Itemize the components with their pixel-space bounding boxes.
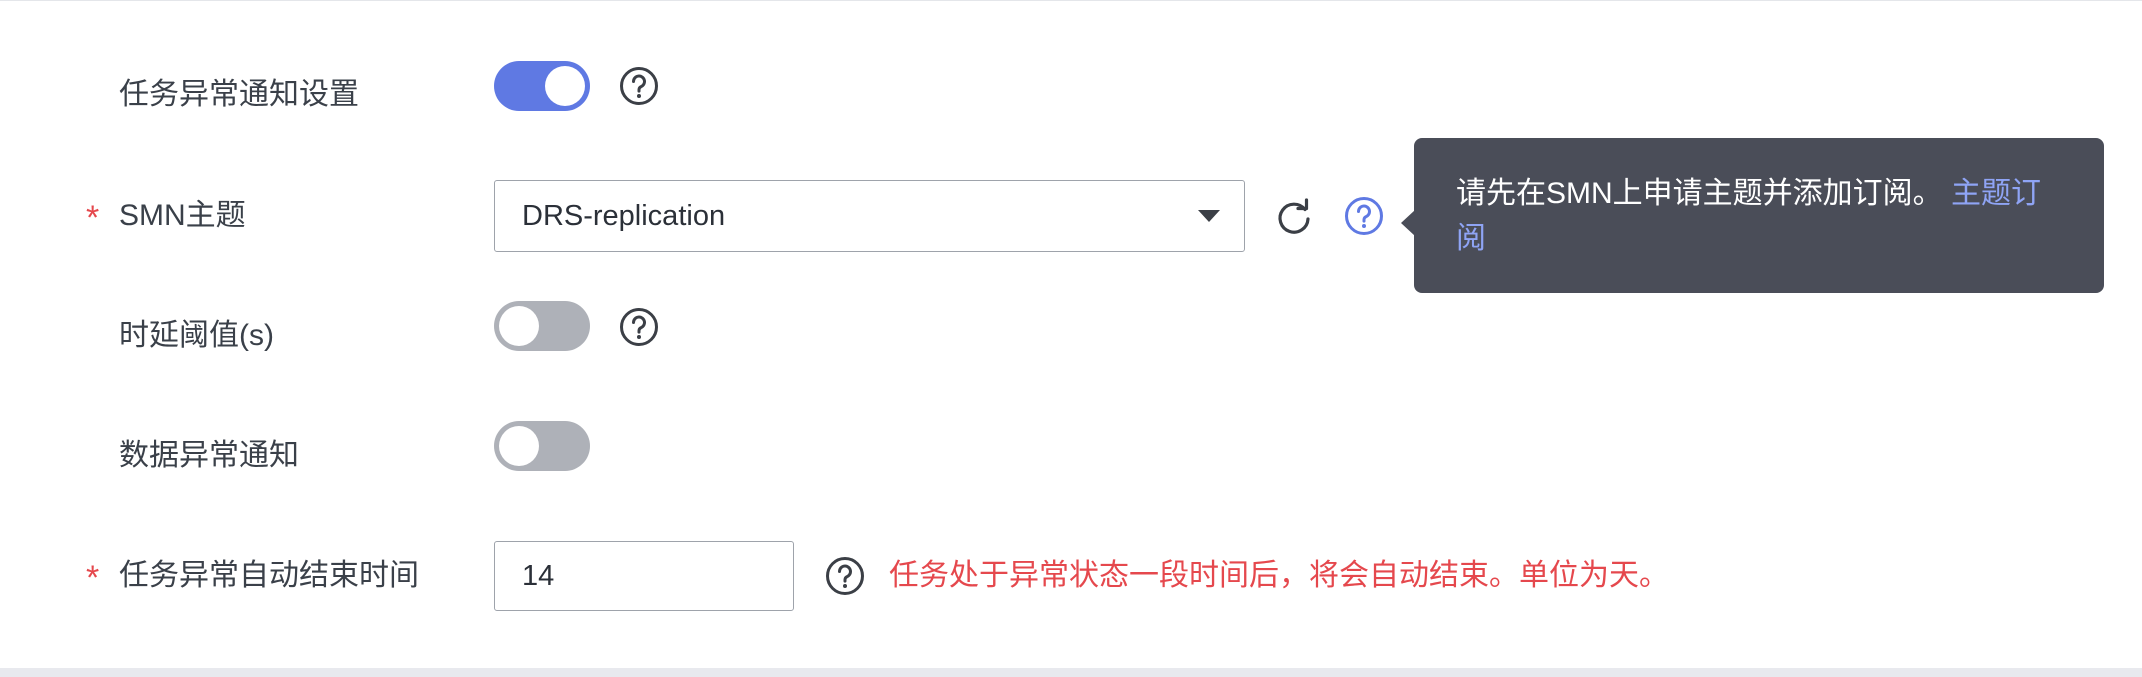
question-circle-icon[interactable] bbox=[619, 307, 659, 347]
question-circle-icon[interactable] bbox=[1344, 196, 1384, 236]
auto-end-time-input[interactable] bbox=[494, 541, 794, 611]
top-divider bbox=[0, 0, 2142, 1]
bottom-divider bbox=[0, 668, 2142, 677]
tooltip-arrow bbox=[1401, 210, 1415, 236]
tooltip-text: 请先在SMN上申请主题并添加订阅。 bbox=[1456, 177, 1943, 210]
question-circle-icon[interactable] bbox=[825, 556, 865, 596]
smn-topic-selected-value: DRS-replication bbox=[522, 200, 726, 232]
toggle-knob bbox=[545, 66, 585, 106]
delay-threshold-label: 时延阈值(s) bbox=[119, 319, 274, 352]
caret-down-icon bbox=[1198, 210, 1220, 222]
delay-threshold-toggle[interactable] bbox=[494, 301, 590, 351]
task-exception-notify-label: 任务异常通知设置 bbox=[119, 78, 359, 111]
smn-topic-tooltip: 请先在SMN上申请主题并添加订阅。 主题订阅 bbox=[1401, 138, 2104, 293]
question-circle-icon[interactable] bbox=[619, 66, 659, 106]
smn-topic-select[interactable]: DRS-replication bbox=[494, 180, 1245, 252]
task-exception-notify-toggle[interactable] bbox=[494, 61, 590, 111]
data-exception-notify-label: 数据异常通知 bbox=[119, 439, 299, 472]
auto-end-time-label: 任务异常自动结束时间 bbox=[119, 559, 419, 592]
auto-end-time-error-message: 任务处于异常状态一段时间后，将会自动结束。单位为天。 bbox=[889, 559, 1669, 592]
data-exception-notify-toggle[interactable] bbox=[494, 421, 590, 471]
smn-topic-label: SMN主题 bbox=[119, 199, 246, 232]
refresh-icon[interactable] bbox=[1272, 195, 1316, 239]
toggle-knob bbox=[499, 306, 539, 346]
required-mark: * bbox=[86, 559, 100, 597]
required-mark: * bbox=[86, 199, 100, 237]
toggle-knob bbox=[499, 426, 539, 466]
